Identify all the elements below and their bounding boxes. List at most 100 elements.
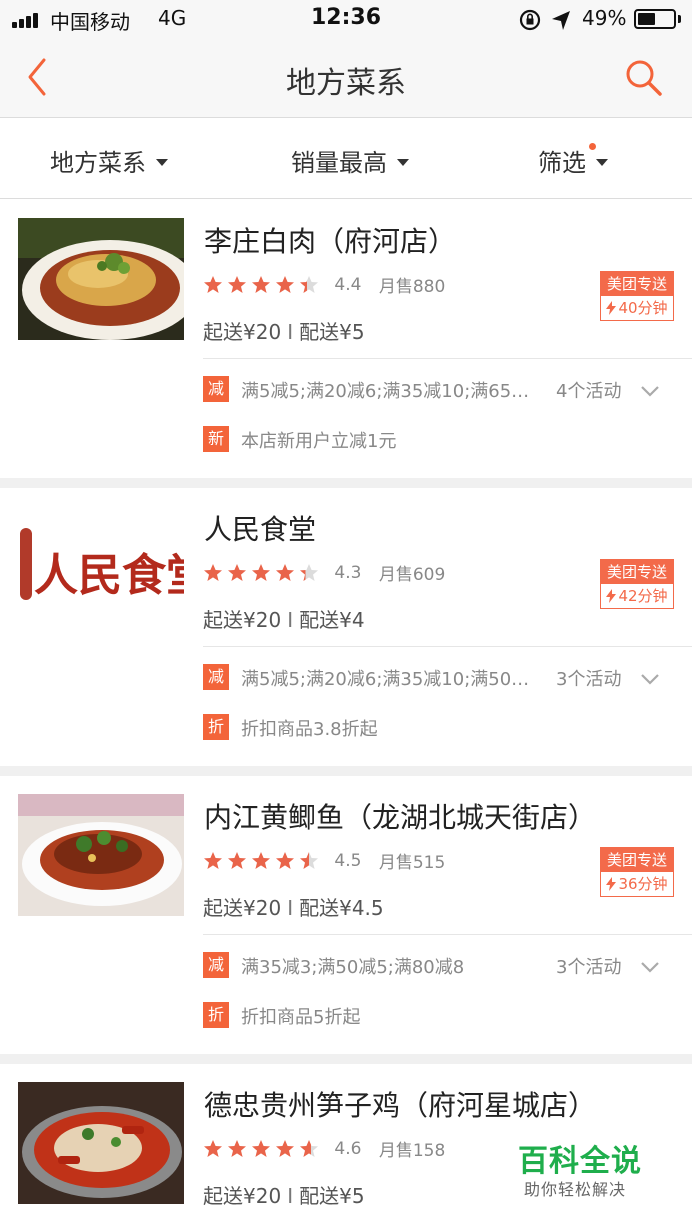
- restaurant-logo: 人民食堂: [18, 506, 184, 628]
- restaurant-card[interactable]: 李庄白肉（府河店） 4.4 月售880 起送¥20 I 配送¥5 美团专送 40分钟…: [0, 200, 692, 488]
- promo-tag-discount: 减: [203, 952, 229, 978]
- promo-text: 折扣商品5折起: [241, 1007, 361, 1028]
- promo-tag-sale: 折: [203, 1002, 229, 1028]
- star-icon: [252, 563, 270, 581]
- rating-row: 4.3 月售609: [203, 560, 446, 585]
- min-order: 起送¥20: [203, 320, 282, 344]
- promo-tag-discount: 减: [203, 664, 229, 690]
- rating-row: 4.5 月售515: [203, 848, 446, 873]
- star-rating: [203, 563, 323, 583]
- restaurant-list: 李庄白肉（府河店） 4.4 月售880 起送¥20 I 配送¥5 美团专送 40分钟…: [0, 200, 692, 1224]
- badge-time-value: 40分钟: [618, 299, 668, 317]
- rating-score: 4.5: [334, 850, 362, 871]
- restaurant-name: 李庄白肉（府河店）: [204, 225, 457, 258]
- restaurant-photo: [18, 218, 184, 340]
- chevron-down-icon[interactable]: [640, 384, 660, 398]
- location-arrow-icon: [552, 11, 570, 30]
- star-icon: [276, 1139, 294, 1157]
- watermark-subtitle: 助你轻松解决: [524, 1180, 627, 1199]
- battery-tip: [678, 15, 681, 23]
- badge-time: 42分钟: [601, 584, 673, 608]
- logo-text: 人民食堂: [34, 550, 184, 601]
- page-title: 地方菜系: [286, 66, 406, 101]
- restaurant-card[interactable]: 人民食堂 人民食堂 4.3 月售609 起送¥20I配送¥4 美团专送 42分钟…: [0, 488, 692, 776]
- star-icon: [252, 275, 270, 293]
- star-rating: [203, 275, 323, 295]
- status-bar: 中国移动 4G 12:36 49%: [0, 0, 692, 40]
- rating-row: 4.4 月售880: [203, 272, 446, 297]
- delivery-fee: 配送¥5: [299, 1184, 365, 1208]
- restaurant-photo: [18, 794, 184, 916]
- promo-tag-sale: 折: [203, 714, 229, 740]
- star-icon: [228, 563, 246, 581]
- star-icon: [228, 851, 246, 869]
- restaurant-name: 人民食堂: [204, 513, 317, 546]
- promo-tag-discount: 减: [203, 376, 229, 402]
- star-icon: [204, 1139, 222, 1157]
- badge-label: 美团专送: [601, 272, 673, 296]
- rating-score: 4.4: [334, 274, 362, 295]
- star-rating: [203, 1139, 323, 1159]
- chevron-down-icon[interactable]: [640, 960, 660, 974]
- activity-count[interactable]: 3个活动: [556, 665, 621, 691]
- activity-count[interactable]: 4个活动: [556, 377, 621, 403]
- delivery-fee: 配送¥4.5: [299, 896, 384, 920]
- activity-count[interactable]: 3个活动: [556, 953, 621, 979]
- lightning-icon: [606, 589, 617, 603]
- watermark-title: 百科全说: [518, 1144, 642, 1179]
- star-icon: [276, 851, 294, 869]
- monthly-sales: 月售515: [378, 853, 446, 873]
- caret-down-icon: [156, 158, 168, 166]
- delivery-fee: 配送¥5: [299, 320, 365, 344]
- filter-sort-dropdown[interactable]: 销量最高: [291, 143, 409, 177]
- separator: I: [287, 608, 294, 632]
- monthly-sales: 月售880: [378, 277, 446, 297]
- delivery-badge: 美团专送 36分钟: [600, 847, 674, 897]
- min-order: 起送¥20: [203, 1184, 282, 1208]
- separator: I: [287, 1184, 294, 1208]
- rating-row: 4.6 月售158: [203, 1136, 445, 1161]
- star-icon: [276, 563, 294, 581]
- star-icon: [204, 275, 222, 293]
- system-icons: [519, 9, 570, 31]
- delivery-fee: 配送¥4: [299, 608, 365, 632]
- chevron-down-icon[interactable]: [640, 672, 660, 686]
- min-order: 起送¥20: [203, 608, 282, 632]
- search-icon[interactable]: [620, 54, 668, 102]
- star-icon: [276, 275, 294, 293]
- battery-level: [638, 13, 655, 25]
- rotation-lock-icon: [519, 9, 541, 31]
- filter-screen-dropdown[interactable]: 筛选: [538, 143, 608, 177]
- star-icon: [300, 563, 318, 581]
- promo-text: 满5减5;满20减6;满35减10;满50…: [241, 669, 530, 690]
- rating-score: 4.6: [334, 1138, 362, 1159]
- delivery-info: 起送¥20 I 配送¥5: [203, 316, 365, 345]
- filter-cuisine-dropdown[interactable]: 地方菜系: [50, 143, 168, 177]
- notification-dot: [589, 143, 596, 150]
- monthly-sales: 月售609: [378, 565, 446, 585]
- restaurant-photo: [18, 1082, 184, 1204]
- restaurant-name: 内江黄鲫鱼（龙湖北城天街店）: [204, 801, 597, 834]
- min-order: 起送¥20: [203, 896, 282, 920]
- restaurant-card[interactable]: 内江黄鲫鱼（龙湖北城天街店） 4.5 月售515 起送¥20 I 配送¥4.5 美团…: [0, 776, 692, 1064]
- battery-percent: 49%: [582, 6, 627, 30]
- delivery-info: 起送¥20 I 配送¥5: [203, 1180, 365, 1209]
- promo-tag-new-user: 新: [203, 426, 229, 452]
- delivery-info: 起送¥20 I 配送¥4.5: [203, 892, 384, 921]
- lightning-icon: [606, 301, 617, 315]
- badge-time: 36分钟: [601, 872, 673, 896]
- promo-text: 折扣商品3.8折起: [241, 719, 378, 740]
- filter-sort-label: 销量最高: [291, 149, 387, 177]
- divider: [203, 358, 692, 359]
- star-icon: [300, 275, 318, 293]
- badge-time-value: 36分钟: [618, 875, 668, 893]
- badge-label: 美团专送: [601, 848, 673, 872]
- badge-time-value: 42分钟: [618, 587, 668, 605]
- rating-score: 4.3: [334, 562, 362, 583]
- restaurant-name: 德忠贵州笋子鸡（府河星城店）: [204, 1089, 597, 1122]
- promo-text: 满5减5;满20减6;满35减10;满65…: [241, 381, 530, 402]
- delivery-badge: 美团专送 42分钟: [600, 559, 674, 609]
- navigation-bar: 地方菜系: [0, 40, 692, 118]
- promo-text: 本店新用户立减1元: [241, 431, 397, 452]
- star-icon: [252, 1139, 270, 1157]
